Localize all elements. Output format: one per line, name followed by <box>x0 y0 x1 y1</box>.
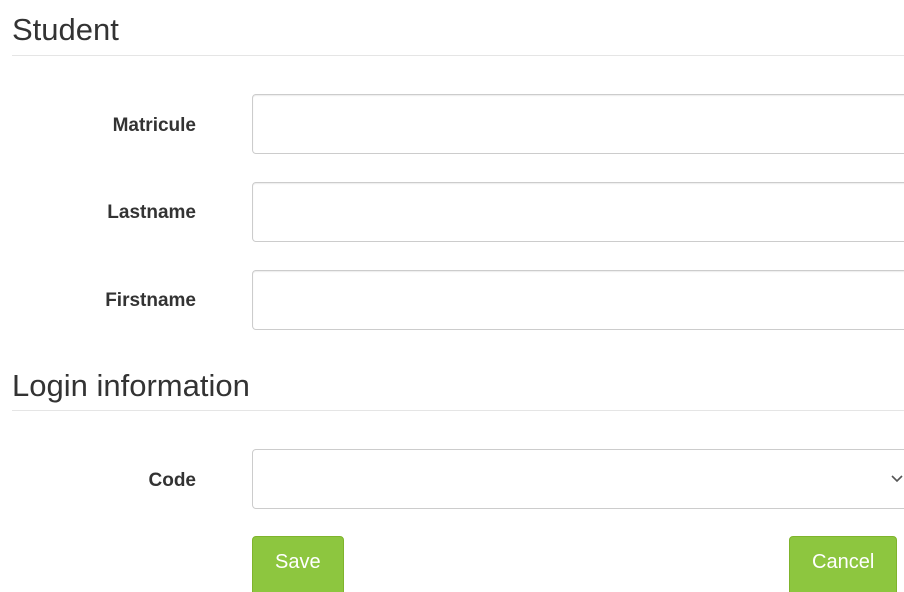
lastname-label: Lastname <box>107 202 196 223</box>
lastname-input[interactable] <box>252 182 904 242</box>
cancel-button[interactable]: Cancel <box>789 536 898 592</box>
student-form-page: Student Matricule Lastname Firstname Log… <box>0 0 904 592</box>
login-section-divider <box>12 410 904 411</box>
code-select[interactable] <box>252 449 904 509</box>
chevron-down-icon <box>891 475 903 483</box>
student-section-divider <box>12 55 904 56</box>
save-button[interactable]: Save <box>252 536 344 592</box>
matricule-input[interactable] <box>252 94 904 154</box>
matricule-label: Matricule <box>112 115 196 136</box>
firstname-input[interactable] <box>252 270 904 330</box>
code-label: Code <box>148 470 197 491</box>
firstname-label: Firstname <box>105 290 196 311</box>
student-section-title: Student <box>12 12 119 47</box>
login-section-title: Login information <box>12 368 250 403</box>
